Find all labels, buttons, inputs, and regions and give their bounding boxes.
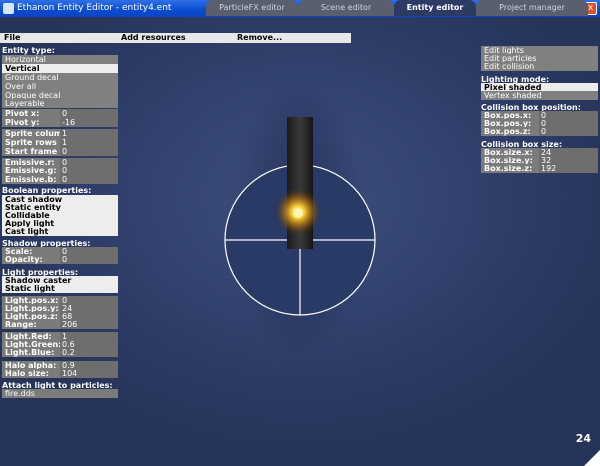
- menu-remove[interactable]: Remove...: [237, 33, 282, 43]
- menu-add-resources[interactable]: Add resources: [121, 33, 186, 43]
- light-blue-field[interactable]: 0.2: [60, 348, 118, 357]
- start-frame-label: Start frame: [2, 147, 60, 156]
- sprite-rows-field[interactable]: 1: [60, 138, 118, 147]
- boolean-properties-header: Boolean properties:: [2, 186, 92, 195]
- box-size-z-label: Box.size.z:: [481, 164, 539, 173]
- emissive-b-field[interactable]: 0: [60, 175, 118, 184]
- box-size-z-field[interactable]: 192: [539, 164, 598, 173]
- emissive-b-label: Emissive.b:: [2, 175, 60, 184]
- entity-type-header: Entity type:: [2, 46, 55, 55]
- halo-size-label: Halo size:: [2, 369, 60, 378]
- entity-type-ground-decal[interactable]: Ground decal: [2, 73, 118, 82]
- light-blue-label: Light.Blue:: [2, 348, 60, 357]
- menu-file[interactable]: File: [4, 33, 20, 43]
- light-range-label: Range:: [2, 320, 60, 329]
- box-pos-z-field[interactable]: 0: [539, 127, 598, 136]
- shadow-opacity-field[interactable]: 0: [60, 255, 118, 264]
- halo-size-field[interactable]: 104: [60, 369, 118, 378]
- tab-scene-editor[interactable]: Scene editor: [298, 0, 394, 16]
- emissive-g-label: Emissive.g:: [2, 166, 60, 175]
- entity-type-layerable[interactable]: Layerable: [2, 99, 118, 108]
- tab-project-manager[interactable]: Project manager: [476, 0, 588, 16]
- window-title: Ethanon Entity Editor - entity4.ent: [17, 3, 172, 13]
- pivot-y-field[interactable]: -16: [60, 118, 118, 127]
- light-range-field[interactable]: 206: [60, 320, 118, 329]
- emissive-g-field[interactable]: 0: [60, 166, 118, 175]
- box-pos-z-label: Box.pos.z:: [481, 127, 539, 136]
- shadow-opacity-label: Opacity:: [2, 255, 60, 264]
- start-frame-field[interactable]: 0: [60, 147, 118, 156]
- app-icon: [3, 3, 14, 14]
- menu-bar: File Add resources Remove...: [0, 33, 351, 43]
- tab-entity-editor[interactable]: Entity editor: [394, 0, 476, 16]
- fps-counter: 24: [575, 432, 591, 445]
- edit-collision-button[interactable]: Edit collision: [481, 62, 598, 71]
- tab-particlefx-editor[interactable]: ParticleFX editor: [206, 0, 298, 16]
- pivot-x-field[interactable]: 0: [60, 109, 118, 118]
- entity-type-horizontal[interactable]: Horizontal: [2, 55, 118, 64]
- pivot-y-label: Pivot y:: [2, 118, 60, 127]
- light-core: [293, 208, 303, 218]
- pivot-x-label: Pivot x:: [2, 109, 60, 118]
- sprite-columns-label: Sprite columns: [2, 129, 73, 138]
- cast-light-toggle[interactable]: Cast light: [2, 227, 118, 236]
- sprite-columns-field[interactable]: 1: [60, 129, 118, 138]
- resize-corner[interactable]: [584, 450, 600, 466]
- entity-type-vertical[interactable]: Vertical: [2, 64, 118, 73]
- entity-type-over-all[interactable]: Over all: [2, 82, 118, 91]
- static-light-toggle[interactable]: Static light: [2, 284, 118, 293]
- sprite-rows-label: Sprite rows: [2, 138, 60, 147]
- particle-file-field[interactable]: fire.dds: [2, 389, 118, 398]
- vertex-shaded-option[interactable]: Vertex shaded: [481, 91, 598, 100]
